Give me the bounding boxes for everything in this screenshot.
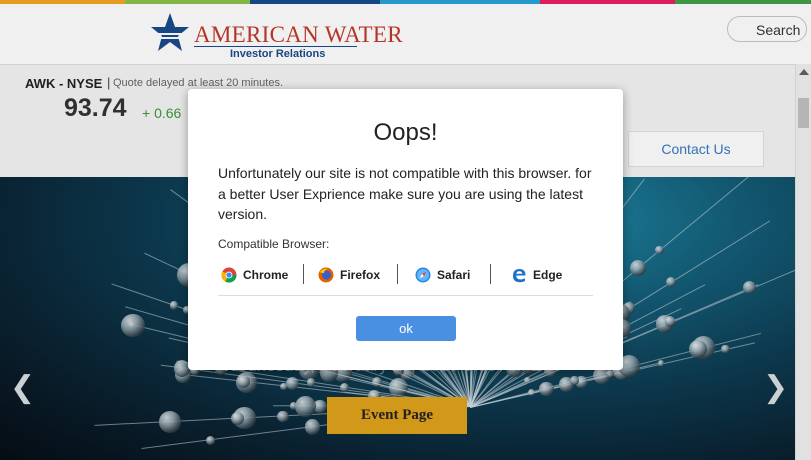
browser-item-chrome[interactable]: Chrome <box>221 262 288 287</box>
modal-title: Oops! <box>373 119 438 146</box>
chrome-icon <box>221 267 237 283</box>
browser-name: Chrome <box>243 267 289 282</box>
browser-name: Firefox <box>340 267 381 282</box>
browser-separator <box>397 264 398 284</box>
browser-separator <box>490 264 491 284</box>
modal-message: Unfortunately our site is not compatible… <box>218 165 592 222</box>
browser-item-edge[interactable]: Edge <box>511 262 562 287</box>
compatible-browser-label: Compatible Browser: <box>218 237 330 251</box>
safari-icon <box>415 267 431 282</box>
browser-compatibility-modal: Oops! Unfortunately our site is not comp… <box>188 89 623 370</box>
browser-separator <box>303 264 304 284</box>
modal-divider <box>218 295 593 296</box>
browser-name: Safari <box>437 267 471 282</box>
browser-item-firefox[interactable]: Firefox <box>318 262 380 287</box>
browser-list: Chrome Firefox Safari Edge <box>218 262 593 287</box>
ok-button[interactable]: ok <box>356 316 456 341</box>
browser-name: Edge <box>533 267 563 282</box>
edge-icon <box>513 268 526 282</box>
browser-item-safari[interactable]: Safari <box>415 262 470 287</box>
firefox-icon <box>318 267 334 282</box>
